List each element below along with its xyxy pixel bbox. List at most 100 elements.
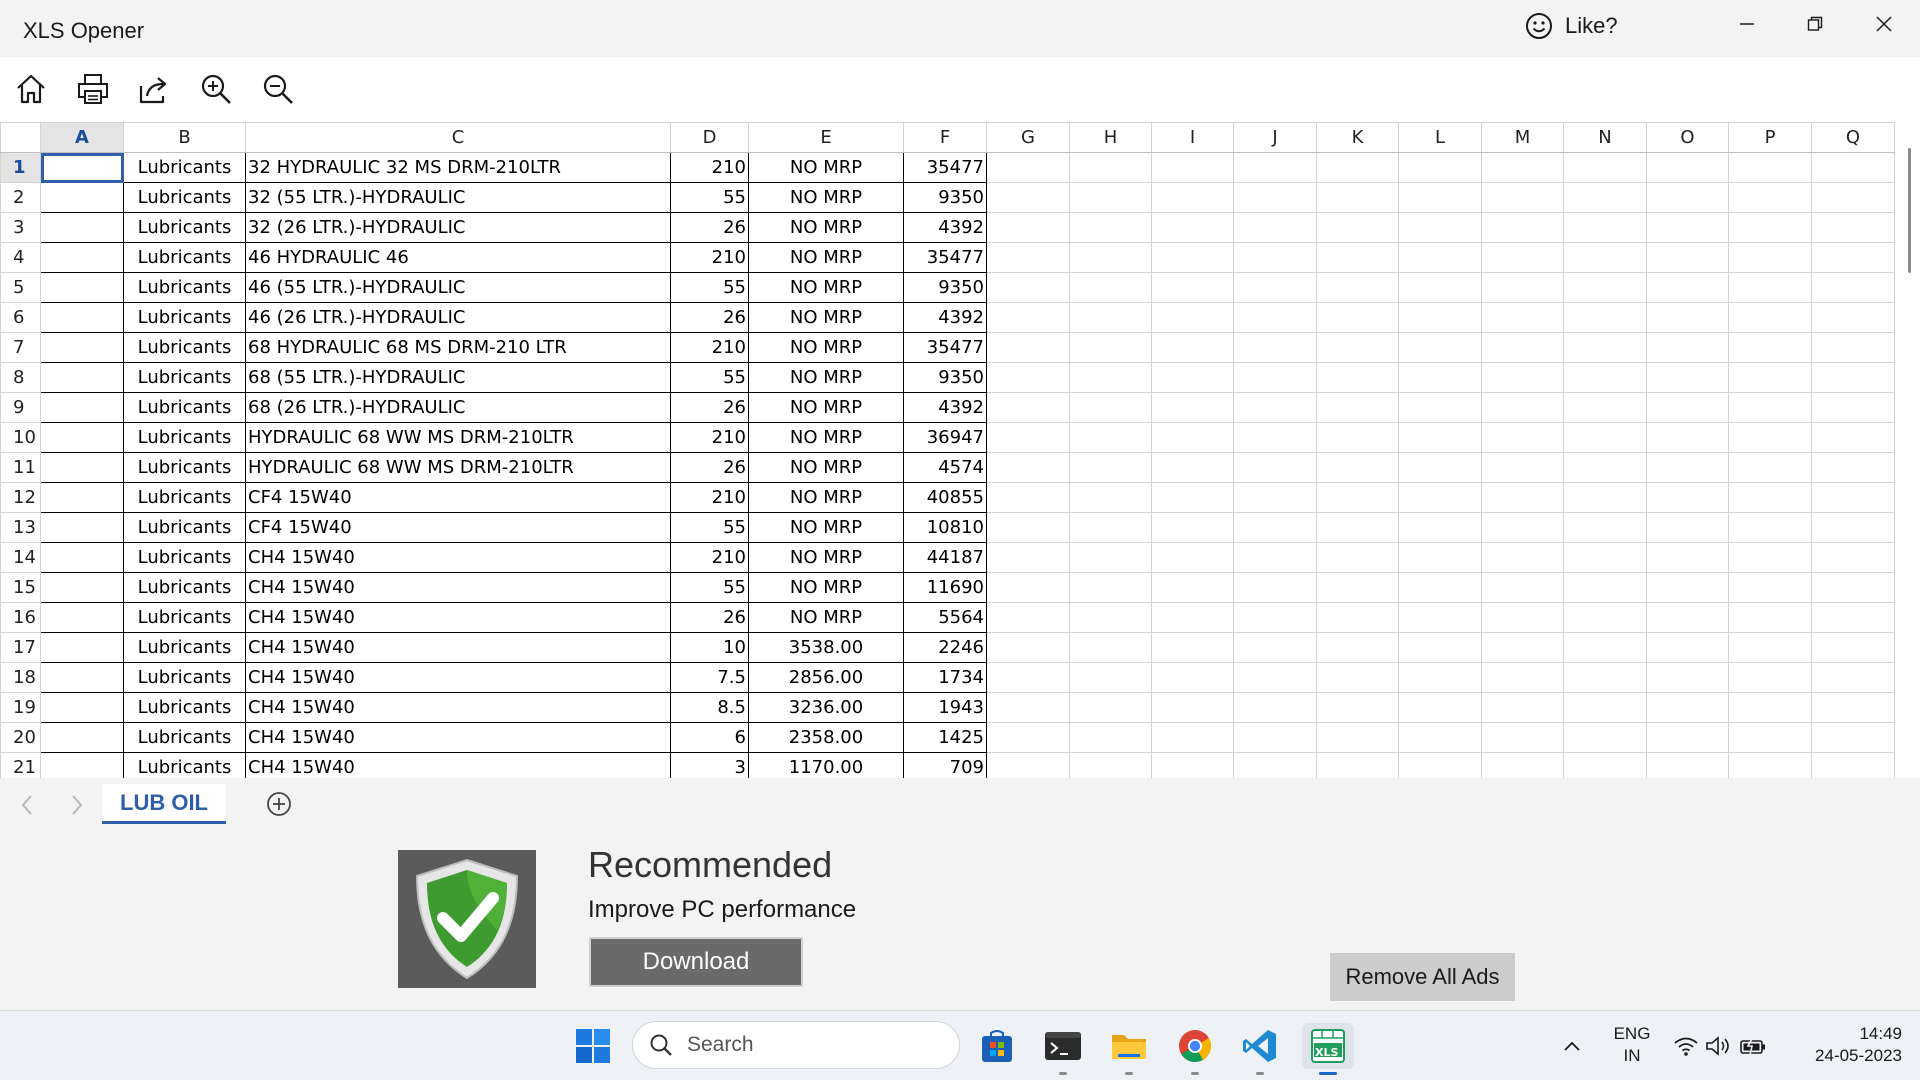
cell-q[interactable] (1811, 482, 1895, 513)
cell-j[interactable] (1233, 512, 1317, 543)
cell-p[interactable] (1728, 722, 1812, 753)
prev-sheet-button[interactable] (12, 790, 42, 820)
cell-i[interactable] (1151, 152, 1234, 183)
cell-f[interactable]: 11690 (903, 572, 987, 603)
cell-j[interactable] (1233, 212, 1317, 243)
cell-j[interactable] (1233, 272, 1317, 303)
cell-j[interactable] (1233, 602, 1317, 633)
cell-o[interactable] (1646, 572, 1729, 603)
column-header-c[interactable]: C (245, 122, 671, 153)
cell-d[interactable]: 210 (670, 422, 749, 453)
cell-p[interactable] (1728, 182, 1812, 213)
cell-d[interactable]: 26 (670, 302, 749, 333)
cell-k[interactable] (1316, 182, 1399, 213)
cell-e[interactable]: NO MRP (748, 542, 904, 573)
cell-a[interactable] (40, 602, 124, 633)
home-button[interactable] (11, 69, 51, 109)
cell-q[interactable] (1811, 512, 1895, 543)
column-header-o[interactable]: O (1646, 122, 1729, 153)
cell-f[interactable]: 35477 (903, 332, 987, 363)
cell-c[interactable]: HYDRAULIC 68 WW MS DRM-210LTR (245, 422, 671, 453)
spreadsheet-grid[interactable]: ABCDEFGHIJKLMNOPQ 1 Lubricants 32 HYDRAULI… (0, 122, 1920, 778)
zoom-in-button[interactable] (196, 69, 236, 109)
cell-q[interactable] (1811, 212, 1895, 243)
cell-p[interactable] (1728, 692, 1812, 723)
cell-n[interactable] (1563, 722, 1647, 753)
cell-p[interactable] (1728, 602, 1812, 633)
cell-g[interactable] (986, 272, 1070, 303)
vertical-scrollbar[interactable] (1908, 148, 1911, 273)
cell-i[interactable] (1151, 512, 1234, 543)
cell-m[interactable] (1481, 302, 1564, 333)
cell-b[interactable]: Lubricants (123, 512, 246, 543)
cell-m[interactable] (1481, 632, 1564, 663)
cell-o[interactable] (1646, 392, 1729, 423)
row-header[interactable]: 6 (0, 302, 41, 333)
cell-n[interactable] (1563, 482, 1647, 513)
cell-m[interactable] (1481, 572, 1564, 603)
cell-l[interactable] (1398, 452, 1482, 483)
cell-n[interactable] (1563, 512, 1647, 543)
cell-o[interactable] (1646, 272, 1729, 303)
cell-h[interactable] (1069, 452, 1152, 483)
ad-image[interactable] (398, 850, 536, 988)
cell-g[interactable] (986, 242, 1070, 273)
cell-c[interactable]: 46 (26 LTR.)-HYDRAULIC (245, 302, 671, 333)
cell-f[interactable]: 5564 (903, 602, 987, 633)
cell-h[interactable] (1069, 632, 1152, 663)
cell-g[interactable] (986, 542, 1070, 573)
cell-p[interactable] (1728, 632, 1812, 663)
cell-k[interactable] (1316, 452, 1399, 483)
cell-a[interactable] (40, 752, 124, 778)
cell-d[interactable]: 10 (670, 632, 749, 663)
cell-j[interactable] (1233, 152, 1317, 183)
cell-f[interactable]: 1943 (903, 692, 987, 723)
cell-f[interactable]: 1734 (903, 662, 987, 693)
cell-m[interactable] (1481, 392, 1564, 423)
cell-p[interactable] (1728, 362, 1812, 393)
cell-h[interactable] (1069, 212, 1152, 243)
cell-q[interactable] (1811, 452, 1895, 483)
cell-i[interactable] (1151, 302, 1234, 333)
cell-o[interactable] (1646, 662, 1729, 693)
column-header-a[interactable]: A (40, 122, 124, 153)
cell-a[interactable] (40, 392, 124, 423)
cell-a[interactable] (40, 482, 124, 513)
cell-g[interactable] (986, 212, 1070, 243)
cell-e[interactable]: NO MRP (748, 392, 904, 423)
cell-i[interactable] (1151, 182, 1234, 213)
cell-d[interactable]: 7.5 (670, 662, 749, 693)
cell-f[interactable]: 36947 (903, 422, 987, 453)
cell-p[interactable] (1728, 482, 1812, 513)
cell-k[interactable] (1316, 572, 1399, 603)
start-button[interactable] (570, 1023, 616, 1069)
cell-k[interactable] (1316, 362, 1399, 393)
row-header[interactable]: 12 (0, 482, 41, 513)
cell-i[interactable] (1151, 752, 1234, 778)
cell-b[interactable]: Lubricants (123, 212, 246, 243)
cell-j[interactable] (1233, 572, 1317, 603)
cell-d[interactable]: 55 (670, 272, 749, 303)
cell-n[interactable] (1563, 542, 1647, 573)
cell-k[interactable] (1316, 512, 1399, 543)
cell-d[interactable]: 26 (670, 392, 749, 423)
cell-k[interactable] (1316, 542, 1399, 573)
cell-q[interactable] (1811, 602, 1895, 633)
cell-q[interactable] (1811, 392, 1895, 423)
cell-g[interactable] (986, 422, 1070, 453)
cell-n[interactable] (1563, 152, 1647, 183)
cell-h[interactable] (1069, 242, 1152, 273)
cell-b[interactable]: Lubricants (123, 362, 246, 393)
cell-b[interactable]: Lubricants (123, 632, 246, 663)
cell-n[interactable] (1563, 602, 1647, 633)
cell-c[interactable]: 32 (55 LTR.)-HYDRAULIC (245, 182, 671, 213)
cell-p[interactable] (1728, 392, 1812, 423)
column-header-h[interactable]: H (1069, 122, 1152, 153)
column-header-l[interactable]: L (1398, 122, 1482, 153)
cell-c[interactable]: CH4 15W40 (245, 722, 671, 753)
cell-h[interactable] (1069, 662, 1152, 693)
cell-n[interactable] (1563, 182, 1647, 213)
cell-h[interactable] (1069, 602, 1152, 633)
cell-c[interactable]: 68 (26 LTR.)-HYDRAULIC (245, 392, 671, 423)
cell-j[interactable] (1233, 662, 1317, 693)
